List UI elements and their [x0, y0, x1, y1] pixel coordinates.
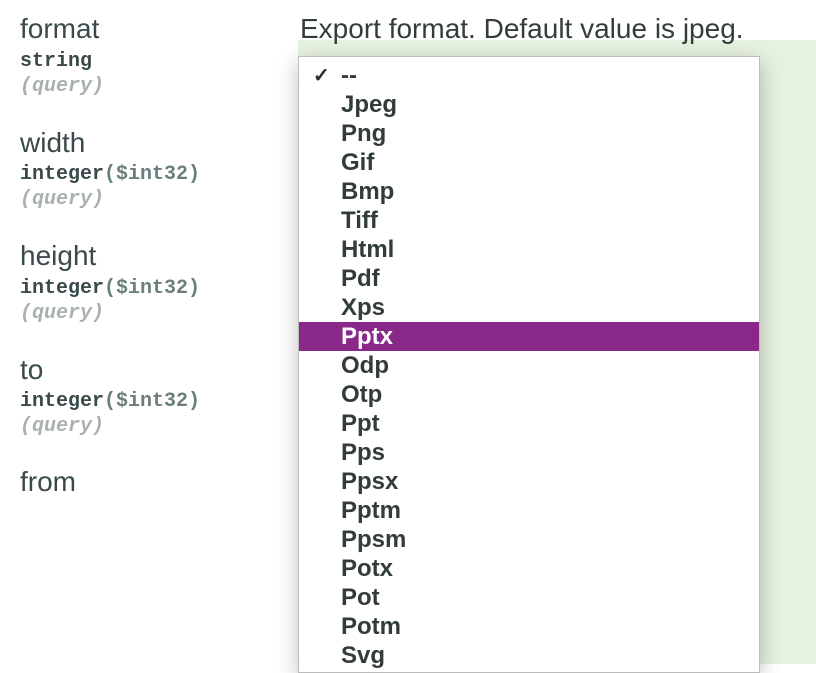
- param-location: (query): [20, 302, 300, 325]
- dropdown-option[interactable]: Ppsx: [299, 467, 759, 496]
- dropdown-option[interactable]: Ppsm: [299, 525, 759, 554]
- dropdown-option-label: Gif: [341, 151, 374, 175]
- dropdown-option-label: Pps: [341, 441, 385, 465]
- dropdown-option[interactable]: ✓--: [299, 61, 759, 90]
- dropdown-option-label: Xps: [341, 296, 385, 320]
- dropdown-option[interactable]: Html: [299, 235, 759, 264]
- dropdown-option[interactable]: Png: [299, 119, 759, 148]
- check-icon: ✓: [313, 66, 337, 86]
- dropdown-option[interactable]: Pptm: [299, 496, 759, 525]
- param-width: width integer($int32) (query): [20, 126, 300, 212]
- param-type: integer($int32): [20, 277, 300, 300]
- param-type: integer($int32): [20, 163, 300, 186]
- dropdown-option-label: Potx: [341, 557, 393, 581]
- dropdown-option[interactable]: Pot: [299, 583, 759, 612]
- dropdown-option[interactable]: Pps: [299, 438, 759, 467]
- param-name: width: [20, 126, 300, 160]
- dropdown-option-label: Pptm: [341, 499, 401, 523]
- dropdown-option[interactable]: Pptx: [299, 322, 759, 351]
- param-location: (query): [20, 75, 300, 98]
- dropdown-option[interactable]: Gif: [299, 148, 759, 177]
- dropdown-option[interactable]: Bmp: [299, 177, 759, 206]
- dropdown-option[interactable]: Pdf: [299, 264, 759, 293]
- param-name: to: [20, 353, 300, 387]
- param-name: format: [20, 12, 300, 46]
- dropdown-option-label: Odp: [341, 354, 389, 378]
- dropdown-option[interactable]: Tiff: [299, 206, 759, 235]
- dropdown-option-label: Html: [341, 238, 394, 262]
- dropdown-option-label: Potm: [341, 615, 401, 639]
- parameters-column: format string (query) width integer($int…: [20, 12, 300, 498]
- dropdown-option-label: Pptx: [341, 325, 393, 349]
- dropdown-option[interactable]: Potm: [299, 612, 759, 641]
- param-location: (query): [20, 188, 300, 211]
- param-type: integer($int32): [20, 390, 300, 413]
- dropdown-option[interactable]: Xps: [299, 293, 759, 322]
- param-description: Export format. Default value is jpeg.: [300, 12, 796, 46]
- param-from-partial: from: [20, 466, 300, 498]
- dropdown-option[interactable]: Potx: [299, 554, 759, 583]
- dropdown-option[interactable]: Jpeg: [299, 90, 759, 119]
- dropdown-option[interactable]: Ppt: [299, 409, 759, 438]
- dropdown-option-label: Pot: [341, 586, 380, 610]
- dropdown-option-label: Ppt: [341, 412, 380, 436]
- param-location: (query): [20, 415, 300, 438]
- dropdown-option-label: Tiff: [341, 209, 378, 233]
- param-format: format string (query): [20, 12, 300, 98]
- dropdown-option-label: Jpeg: [341, 93, 397, 117]
- dropdown-option[interactable]: Svg: [299, 641, 759, 670]
- dropdown-option-label: Ppsm: [341, 528, 406, 552]
- dropdown-option-label: Png: [341, 122, 386, 146]
- param-height: height integer($int32) (query): [20, 239, 300, 325]
- param-name: height: [20, 239, 300, 273]
- dropdown-option-label: Pdf: [341, 267, 380, 291]
- api-param-panel: format string (query) width integer($int…: [0, 0, 816, 498]
- dropdown-option[interactable]: Otp: [299, 380, 759, 409]
- description-column: Export format. Default value is jpeg. ✓-…: [300, 12, 796, 498]
- dropdown-option-label: Otp: [341, 383, 382, 407]
- dropdown-option[interactable]: Odp: [299, 351, 759, 380]
- dropdown-option-label: --: [341, 64, 357, 88]
- param-type: string: [20, 50, 300, 73]
- dropdown-option-label: Ppsx: [341, 470, 398, 494]
- param-to: to integer($int32) (query): [20, 353, 300, 439]
- dropdown-option-label: Bmp: [341, 180, 394, 204]
- format-dropdown[interactable]: ✓-- Jpeg Png Gif Bmp Tiff Html Pdf Xps Pptx Odp Otp…: [298, 56, 760, 673]
